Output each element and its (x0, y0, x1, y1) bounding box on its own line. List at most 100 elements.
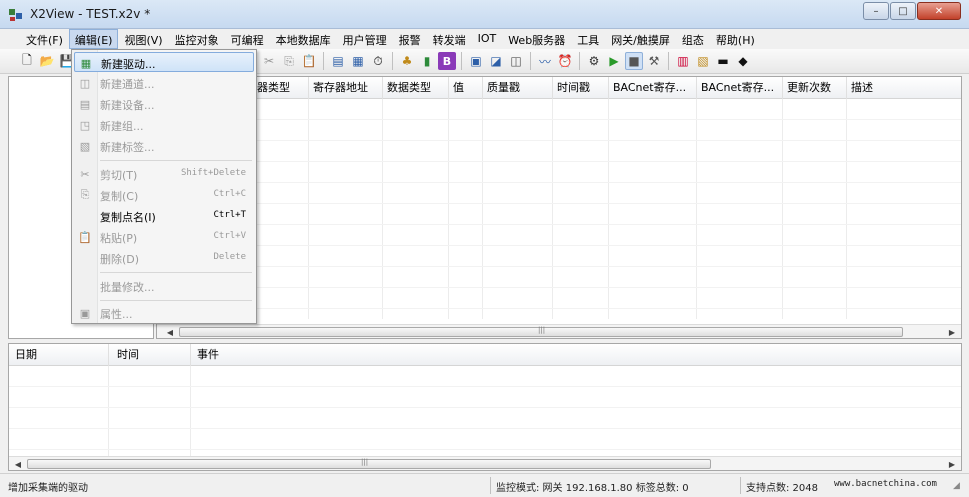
window-title: X2View - TEST.x2v * (30, 7, 151, 21)
status-message: 增加采集端的驱动 (8, 483, 88, 494)
menu-tools[interactable]: 工具 (571, 29, 605, 49)
menu-view[interactable]: 视图(V) (118, 29, 168, 49)
copy-icon[interactable]: ⎘ (280, 52, 298, 70)
menu-item-new-group[interactable]: ◳ 新建组... (74, 115, 254, 135)
tag-icon[interactable]: ♣ (398, 52, 416, 70)
resize-grip-icon[interactable]: ◢ (953, 481, 960, 491)
menu-web-server[interactable]: Web服务器 (502, 29, 571, 49)
menu-bar: 文件(F) 编辑(E) 视图(V) 监控对象 可编程 本地数据库 用户管理 报警… (0, 29, 969, 49)
menu-item-paste[interactable]: 📋 粘贴(P) Ctrl+V (74, 227, 254, 247)
status-website: www.bacnetchina.com (834, 479, 937, 489)
properties-icon[interactable]: ▤ (329, 52, 347, 70)
new-tag-icon: ▧ (79, 139, 91, 153)
gateway-icon[interactable]: ▥ (674, 52, 692, 70)
close-button[interactable]: ✕ (917, 2, 961, 20)
menu-file[interactable]: 文件(F) (20, 29, 69, 49)
menu-gateway[interactable]: 网关/触摸屏 (605, 29, 676, 49)
menu-monitor-objects[interactable]: 监控对象 (169, 29, 225, 49)
menu-item-copy[interactable]: ⎘ 复制(C) Ctrl+C (74, 185, 254, 205)
column-header[interactable]: 质量戳 (483, 77, 553, 99)
scroll-right-icon[interactable]: ▶ (945, 325, 959, 338)
column-header[interactable]: 值 (449, 77, 483, 99)
cut-icon: ✂ (80, 167, 90, 181)
column-header[interactable]: 器类型 (253, 77, 309, 99)
app-icon (9, 9, 22, 21)
stop-icon[interactable]: ■ (625, 52, 643, 70)
open-folder-icon[interactable]: 📂 (38, 52, 56, 70)
b-icon[interactable]: B (438, 52, 456, 70)
menu-help[interactable]: 帮助(H) (710, 29, 761, 49)
minimize-button[interactable]: – (863, 2, 889, 20)
properties-icon: ▣ (79, 306, 91, 320)
column-header[interactable]: 时间戳 (553, 77, 609, 99)
scroll-thumb[interactable] (27, 459, 711, 469)
log-column-time[interactable]: 时间 (109, 344, 191, 366)
status-bar: 增加采集端的驱动 监控模式: 网关 192.168.1.80 标签总数: 0 支… (0, 473, 969, 497)
menu-item-batch-edit[interactable]: 批量修改... (74, 276, 254, 296)
clock-icon[interactable]: ⏱ (369, 52, 387, 70)
menu-item-new-channel[interactable]: ◫ 新建通道... (74, 73, 254, 93)
column-header[interactable]: BACnet寄存... (609, 77, 697, 99)
database-icon[interactable]: ◫ (507, 52, 525, 70)
paste-icon: 📋 (78, 230, 92, 244)
grid-body (157, 99, 961, 319)
log-column-event[interactable]: 事件 (191, 344, 961, 366)
alarm-icon[interactable]: ⏰ (556, 52, 574, 70)
scroll-left-icon[interactable]: ◀ (11, 457, 25, 470)
grid-horizontal-scrollbar[interactable]: ◀ ||| ▶ (157, 324, 961, 338)
menu-user-management[interactable]: 用户管理 (337, 29, 393, 49)
scroll-left-icon[interactable]: ◀ (163, 325, 177, 338)
tools-icon[interactable]: ⚒ (645, 52, 663, 70)
column-header[interactable]: 数据类型 (383, 77, 449, 99)
connect-icon[interactable]: ⚙ (585, 52, 603, 70)
menu-item-new-tag[interactable]: ▧ 新建标签... (74, 136, 254, 156)
menu-programmable[interactable]: 可编程 (225, 29, 270, 49)
monitor-icon[interactable]: ▣ (467, 52, 485, 70)
tag-grid[interactable]: 器类型 寄存器地址 数据类型 值 质量戳 时间戳 BACnet寄存... BAC… (156, 76, 962, 339)
menu-edit[interactable]: 编辑(E) (68, 29, 119, 49)
new-channel-icon: ◫ (79, 76, 91, 90)
column-header[interactable]: 描述 (847, 77, 961, 99)
column-header[interactable]: 更新次数 (783, 77, 847, 99)
menu-item-cut[interactable]: ✂ 剪切(T) Shift+Delete (74, 164, 254, 184)
new-device-icon: ▤ (79, 97, 91, 111)
image-icon[interactable]: ◪ (487, 52, 505, 70)
menu-item-properties[interactable]: ▣ 属性... (74, 303, 254, 323)
chart-icon[interactable]: ▮ (418, 52, 436, 70)
grip-icon: ||| (361, 458, 369, 466)
menu-alarm[interactable]: 报警 (393, 29, 427, 49)
log-horizontal-scrollbar[interactable]: ◀ ||| ▶ (9, 456, 961, 470)
grid-icon[interactable]: ▦ (349, 52, 367, 70)
maximize-button[interactable]: □ (890, 2, 916, 20)
grip-icon: ||| (538, 326, 546, 334)
copy-icon: ⎘ (80, 188, 90, 201)
menu-local-database[interactable]: 本地数据库 (270, 29, 337, 49)
new-driver-icon: ▦ (80, 56, 92, 70)
new-group-icon: ◳ (79, 118, 91, 132)
play-icon[interactable]: ▶ (605, 52, 623, 70)
touchscreen-icon[interactable]: ▧ (694, 52, 712, 70)
new-file-icon[interactable]: 🗋 (18, 52, 36, 70)
edit-menu-dropdown: ▦ 新建驱动... ◫ 新建通道... ▤ 新建设备... ◳ 新建组... ▧… (71, 49, 257, 324)
log-header: 日期 时间 事件 (9, 344, 961, 366)
menu-iot[interactable]: IOT (472, 29, 503, 49)
menu-configuration[interactable]: 组态 (676, 29, 710, 49)
menu-item-new-driver[interactable]: ▦ 新建驱动... (74, 52, 254, 72)
column-header[interactable]: 寄存器地址 (309, 77, 383, 99)
event-log[interactable]: 日期 时间 事件 ◀ ||| ▶ (8, 343, 962, 471)
log-body (9, 366, 961, 456)
menu-item-delete[interactable]: 删除(D) Delete (74, 248, 254, 268)
menu-item-new-device[interactable]: ▤ 新建设备... (74, 94, 254, 114)
scroll-right-icon[interactable]: ▶ (945, 457, 959, 470)
column-header[interactable]: BACnet寄存... (697, 77, 783, 99)
wave-icon[interactable]: 〰 (536, 52, 554, 70)
paste-icon[interactable]: 📋 (300, 52, 318, 70)
settings-icon[interactable]: ◆ (734, 52, 752, 70)
title-bar: X2View - TEST.x2v * – □ ✕ (0, 0, 969, 29)
log-column-date[interactable]: 日期 (9, 344, 109, 366)
menu-forwarder[interactable]: 转发端 (427, 29, 472, 49)
status-mode: 监控模式: 网关 192.168.1.80 标签总数: 0 (496, 483, 689, 494)
display-icon[interactable]: ▬ (714, 52, 732, 70)
cut-icon[interactable]: ✂ (260, 52, 278, 70)
menu-item-copy-point-name[interactable]: 复制点名(I) Ctrl+T (74, 206, 254, 226)
